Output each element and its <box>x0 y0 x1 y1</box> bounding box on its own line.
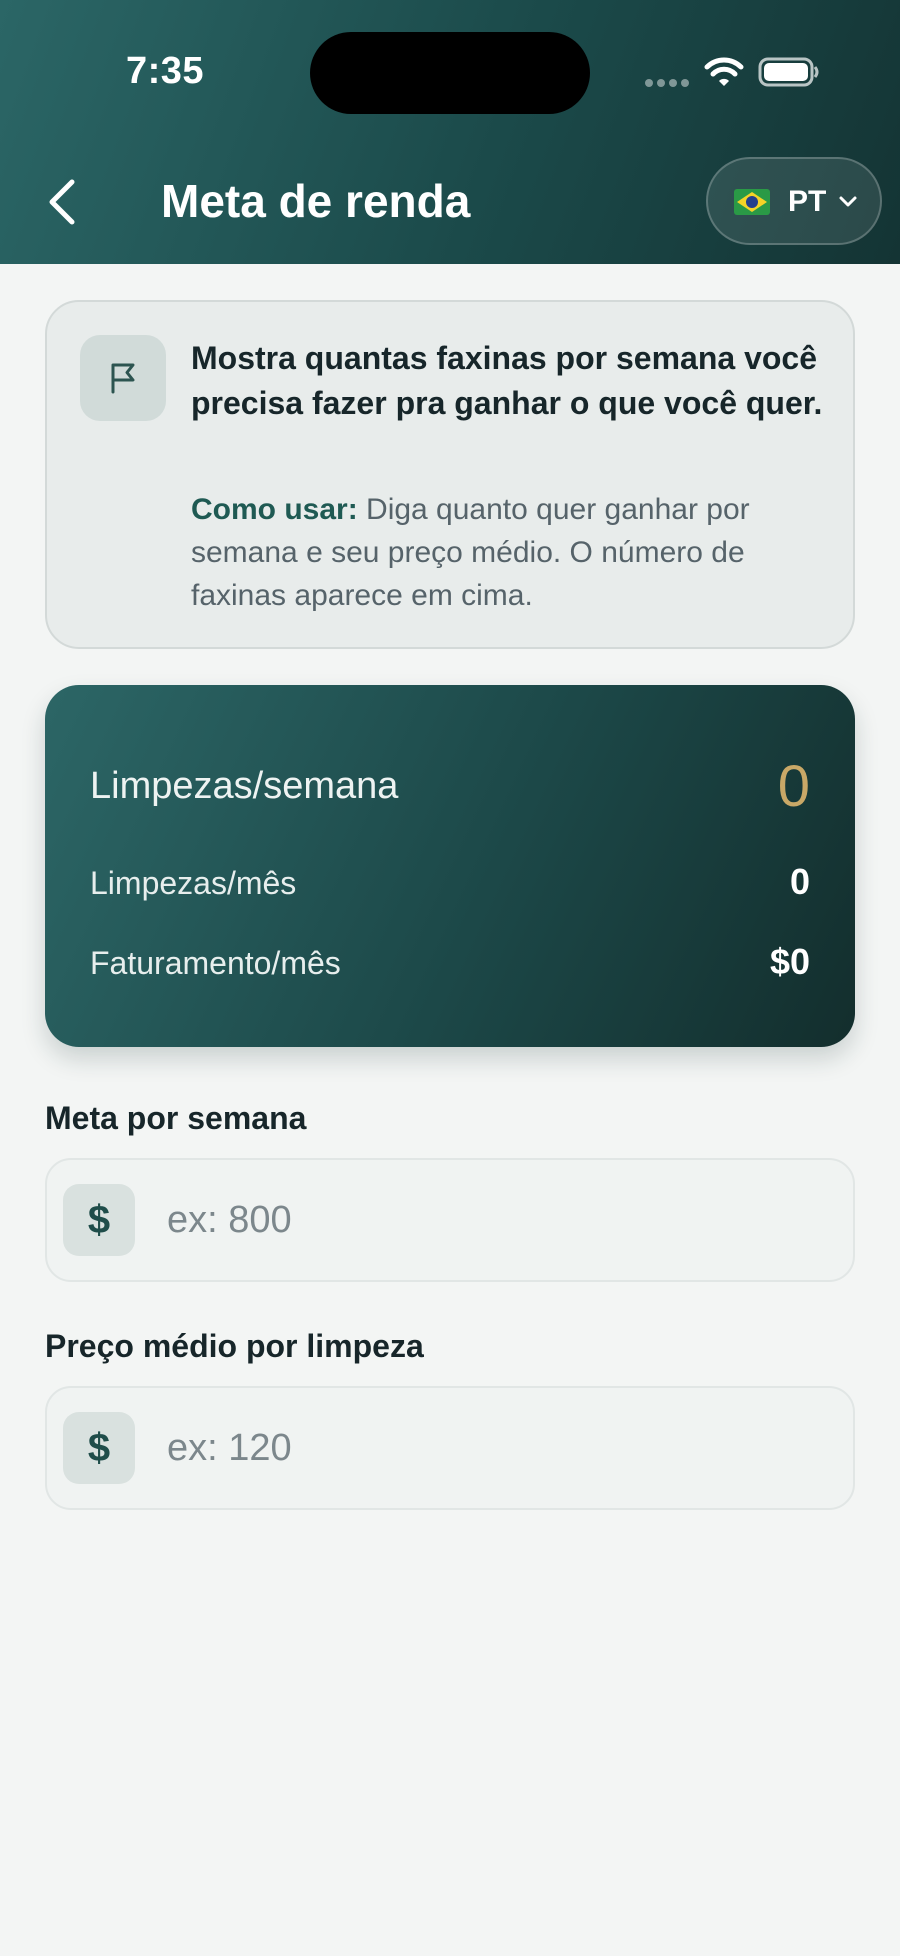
language-label: PT <box>788 185 827 218</box>
dollar-icon: $ <box>63 1412 135 1484</box>
average-price-label: Preço médio por limpeza <box>45 1328 424 1364</box>
average-price-field[interactable]: $ <box>45 1386 855 1510</box>
weekly-goal-field[interactable]: $ <box>45 1158 855 1282</box>
revenue-per-month-value: $0 <box>769 941 810 982</box>
info-icon-container <box>80 335 166 421</box>
cleanings-per-month-label: Limpezas/mês <box>90 865 297 901</box>
dollar-icon: $ <box>63 1184 135 1256</box>
back-arrow-icon[interactable] <box>44 176 80 228</box>
dynamic-island <box>310 32 590 114</box>
chevron-down-icon <box>839 196 857 207</box>
cleanings-per-month-value: 0 <box>789 861 810 902</box>
info-description: Como usar: Diga quanto quer ganhar por s… <box>191 488 841 617</box>
flag-icon <box>111 363 135 394</box>
app-header: 7:35 Meta de renda PT <box>0 0 900 264</box>
brazil-flag-icon <box>734 189 770 215</box>
revenue-per-month-label: Faturamento/mês <box>90 945 341 981</box>
results-card: Limpezas/semana 0 Limpezas/mês 0 Faturam… <box>45 685 855 1047</box>
status-time: 7:35 <box>126 50 205 92</box>
average-price-input[interactable] <box>167 1410 827 1486</box>
info-title: Mostra quantas faxinas por semana você p… <box>191 340 823 421</box>
cleanings-per-week-label: Limpezas/semana <box>90 765 399 807</box>
cellular-signal-icon <box>645 79 689 87</box>
language-selector[interactable]: PT <box>706 157 882 245</box>
battery-icon <box>758 57 819 87</box>
weekly-goal-input[interactable] <box>167 1182 827 1258</box>
how-to-use-label: Como usar: <box>191 493 358 526</box>
info-card: Mostra quantas faxinas por semana você p… <box>45 300 855 649</box>
wifi-icon <box>704 57 744 86</box>
weekly-goal-label: Meta por semana <box>45 1100 307 1136</box>
cleanings-per-week-value: 0 <box>777 754 810 819</box>
page-title: Meta de renda <box>161 175 471 227</box>
